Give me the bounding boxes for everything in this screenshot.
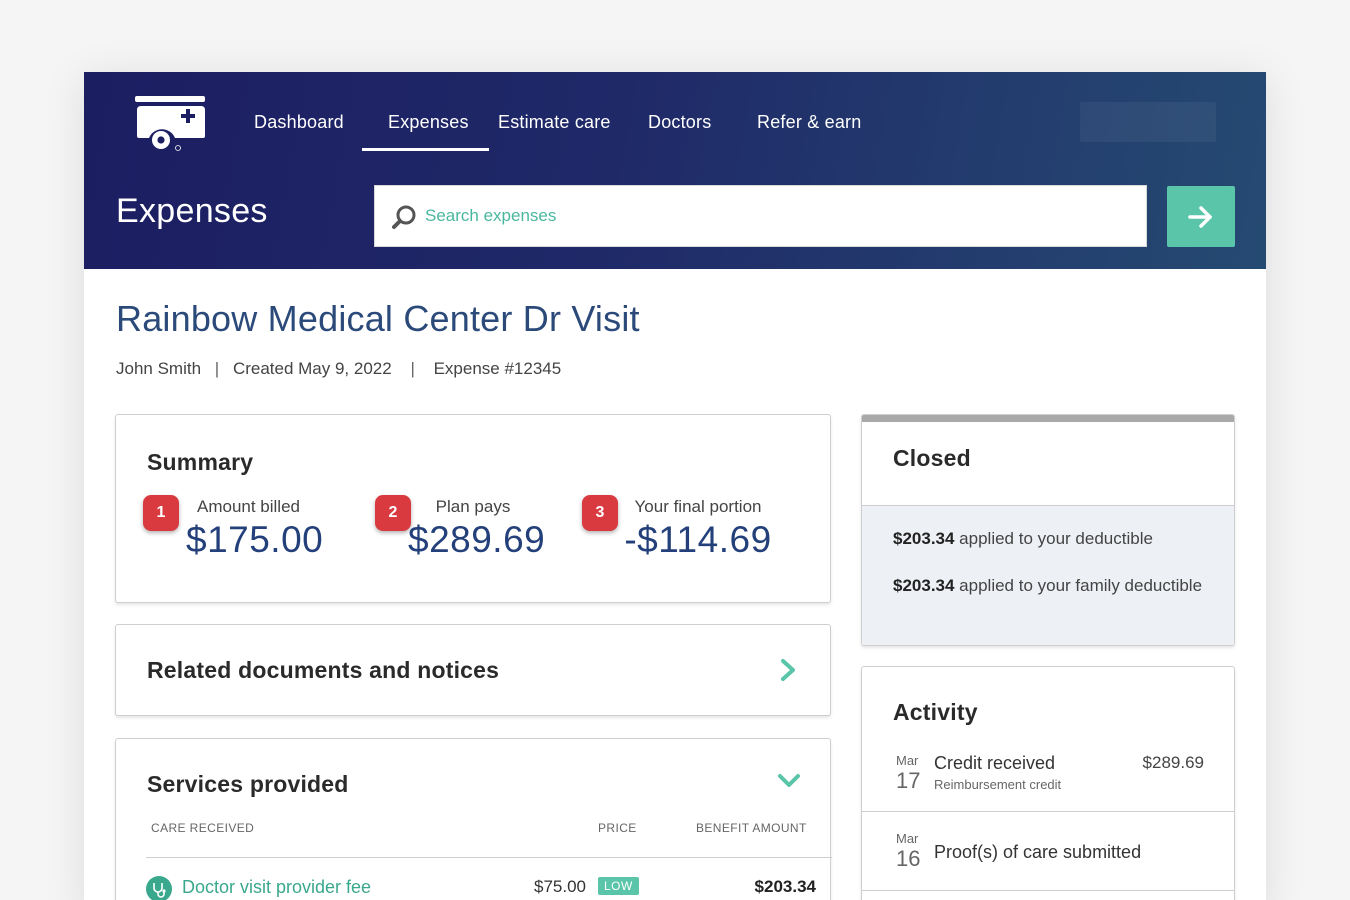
services-card: Services provided CARE RECEIVED PRICE BE… bbox=[115, 738, 832, 900]
search-input[interactable] bbox=[425, 186, 1125, 246]
status-card: Closed $203.34 applied to your deductibl… bbox=[861, 414, 1235, 646]
app-window: Dashboard Expenses Estimate care Doctors… bbox=[84, 72, 1266, 900]
activity-title-text: Credit received bbox=[934, 753, 1056, 773]
expense-meta: John Smith | Created May 9, 2022 | Expen… bbox=[116, 359, 561, 379]
deductible-text: applied to your family deductible bbox=[954, 576, 1203, 595]
nav-doctors[interactable]: Doctors bbox=[648, 112, 711, 133]
stat-value: -$114.69 bbox=[624, 519, 772, 560]
deductible-line: $203.34 applied to your deductible bbox=[893, 526, 1203, 552]
account-placeholder bbox=[1080, 102, 1216, 142]
related-documents-card[interactable]: Related documents and notices bbox=[115, 624, 831, 716]
stat-final-portion: Your final portion -$114.69 bbox=[624, 497, 772, 561]
stat-label: Your final portion bbox=[634, 497, 762, 516]
summary-card: Summary 1 Amount billed $175.00 2 Plan p… bbox=[115, 414, 831, 603]
marker-badge: 2 bbox=[375, 495, 411, 531]
table-row: Doctor visit provider fee $75.00 LOW $20… bbox=[146, 867, 816, 900]
family-deductible-line: $203.34 applied to your family deductibl… bbox=[893, 573, 1203, 599]
related-documents-title: Related documents and notices bbox=[147, 657, 500, 683]
arrow-right-icon bbox=[1188, 205, 1212, 228]
nav-refer-earn[interactable]: Refer & earn bbox=[757, 112, 861, 133]
nav-expenses[interactable]: Expenses bbox=[388, 112, 469, 133]
search-go-button[interactable] bbox=[1167, 186, 1235, 247]
activity-divider bbox=[862, 890, 1234, 891]
table-divider bbox=[146, 857, 832, 858]
status-title: Closed bbox=[893, 445, 971, 471]
deductible-amount: $203.34 bbox=[893, 576, 955, 595]
search-icon bbox=[392, 205, 416, 229]
activity-amount: $289.69 bbox=[1142, 753, 1204, 772]
chevron-down-icon[interactable] bbox=[776, 771, 802, 791]
nav-dashboard[interactable]: Dashboard bbox=[254, 112, 344, 133]
activity-item: Mar 17 Credit received Reimbursement cre… bbox=[862, 747, 1234, 827]
service-price: $75.00 bbox=[534, 877, 586, 896]
status-bar bbox=[862, 415, 1234, 422]
activity-card: Activity Mar 17 Credit received Reimburs… bbox=[861, 666, 1235, 900]
meta-separator: | bbox=[410, 359, 415, 378]
top-header: Dashboard Expenses Estimate care Doctors… bbox=[84, 72, 1266, 269]
stat-amount-billed: Amount billed $175.00 bbox=[186, 497, 324, 561]
stat-plan-pays: Plan pays $289.69 bbox=[408, 497, 546, 561]
deductible-panel: $203.34 applied to your deductible $203.… bbox=[862, 506, 1234, 645]
chevron-right-icon[interactable] bbox=[778, 657, 798, 683]
deductible-amount: $203.34 bbox=[893, 529, 955, 548]
service-name-link[interactable]: Doctor visit provider fee bbox=[182, 877, 371, 898]
active-nav-indicator bbox=[362, 148, 489, 151]
activity-title-text: Proof(s) of care submitted bbox=[934, 842, 1142, 862]
expense-number: Expense #12345 bbox=[433, 359, 562, 378]
stat-label: Plan pays bbox=[435, 497, 511, 516]
stat-value: $175.00 bbox=[186, 519, 324, 560]
activity-title: Activity bbox=[893, 699, 978, 725]
expense-title: Rainbow Medical Center Dr Visit bbox=[116, 298, 640, 339]
column-header-care: CARE RECEIVED bbox=[151, 821, 255, 835]
stethoscope-icon bbox=[146, 876, 172, 900]
deductible-text: applied to your deductible bbox=[954, 529, 1153, 548]
activity-month: Mar bbox=[896, 753, 919, 768]
activity-day: 16 bbox=[896, 846, 921, 871]
activity-month: Mar bbox=[896, 831, 919, 846]
activity-day: 17 bbox=[896, 768, 921, 793]
logo-icon[interactable] bbox=[135, 96, 205, 152]
column-header-price: PRICE bbox=[598, 821, 637, 835]
created-date: Created May 9, 2022 bbox=[232, 359, 392, 378]
column-header-benefit: BENEFIT AMOUNT bbox=[696, 821, 807, 835]
service-benefit: $203.34 bbox=[754, 877, 816, 896]
stat-value: $289.69 bbox=[408, 519, 546, 560]
services-title: Services provided bbox=[147, 771, 349, 797]
marker-badge: 3 bbox=[582, 495, 618, 531]
search-box[interactable] bbox=[374, 185, 1147, 247]
price-level-badge: LOW bbox=[598, 877, 639, 895]
activity-subtitle: Reimbursement credit bbox=[934, 777, 1062, 792]
patient-name: John Smith bbox=[116, 359, 202, 378]
marker-badge: 1 bbox=[143, 495, 179, 531]
summary-title: Summary bbox=[147, 449, 254, 475]
meta-separator: | bbox=[214, 359, 220, 378]
activity-divider bbox=[862, 811, 1234, 812]
page-title: Expenses bbox=[116, 192, 268, 230]
stat-label: Amount billed bbox=[196, 497, 300, 516]
nav-estimate-care[interactable]: Estimate care bbox=[498, 112, 611, 133]
